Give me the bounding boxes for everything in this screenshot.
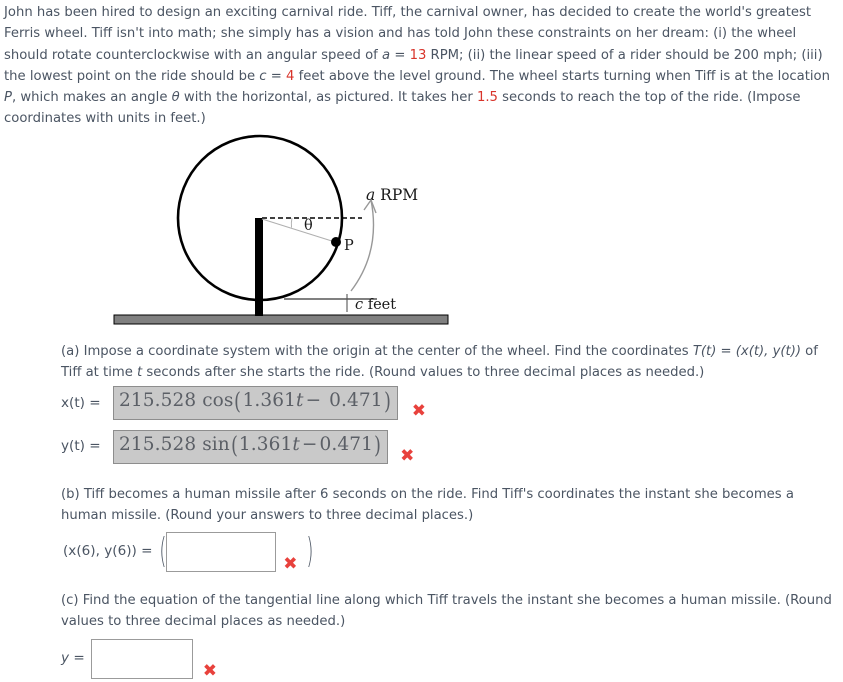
y-open-paren: ( (230, 432, 238, 459)
x-of-t-incorrect-icon: ✖ (411, 400, 426, 421)
part-b-close-paren: ) (305, 530, 313, 572)
part-a-prompt-tail: seconds after she starts the ride. (Roun… (142, 365, 705, 381)
part-b-coordinate-input[interactable] (166, 531, 277, 572)
part-b-answer-row: (x(6), y(6)) = ( ✖ ) (63, 530, 315, 573)
x-of-t-label: x(t) = (61, 394, 101, 411)
point-p-marker (331, 237, 341, 247)
y-of-t-incorrect-icon: ✖ (400, 446, 415, 466)
radius-line-to-p (261, 218, 336, 243)
rotation-direction-arc (350, 199, 375, 292)
part-b-prompt: (b) Tiff becomes a human missile after 6… (61, 487, 794, 524)
x-open-paren: ( (234, 389, 242, 415)
problem-statement-text: John has been hired to design an excitin… (4, 5, 830, 127)
part-a-prompt: (a) Impose a coordinate system with the … (61, 341, 836, 384)
y-amplitude: 215.528 (119, 433, 197, 455)
x-of-t-answer-field[interactable]: 215.528 cos(1.361t − 0.471) (113, 386, 398, 420)
problem-statement: John has been hired to design an excitin… (4, 2, 836, 130)
theta-angle-arc (290, 217, 293, 228)
ferris-wheel-diagram: a RPM θ P c feet (0, 126, 843, 331)
x-coefficient: 1.361 (242, 390, 297, 411)
y-of-t-label: y(t) = (61, 438, 101, 454)
part-c-y-label: y = (61, 648, 85, 669)
x-phase: 0.471 (329, 390, 383, 411)
y-variable: t (292, 433, 300, 455)
part-c-answer-row: y = ✖ (61, 637, 217, 680)
part-c-equation-input[interactable] (90, 638, 193, 679)
label-point-p: P (344, 238, 354, 254)
x-close-paren: ) (383, 389, 391, 415)
y-coefficient: 1.361 (238, 433, 293, 455)
label-theta: θ (304, 218, 313, 234)
part-c-prompt: (c) Find the equation of the tangential … (61, 593, 832, 630)
y-function-name: sin (202, 433, 230, 455)
part-a-prompt-T: T(t) = (x(t), y(t)) (692, 344, 801, 359)
part-c-incorrect-icon: ✖ (202, 661, 218, 681)
part-c-y-label-text: y = (61, 650, 85, 666)
ground-bar (113, 314, 449, 325)
x-variable: t (296, 390, 304, 411)
y-operator: − (301, 433, 318, 455)
y-close-paren: ) (374, 432, 381, 459)
part-b-open-paren: ( (158, 530, 166, 572)
part-a-x-answer-row: x(t) = 215.528 cos(1.361t − 0.471) ✖ (61, 386, 426, 420)
y-of-t-answer-field[interactable]: 215.528 sin(1.361t −0.471) (113, 429, 389, 464)
part-a-prompt-lead: (a) Impose a coordinate system with the … (61, 344, 693, 359)
x-operator: − (305, 390, 322, 411)
part-a-y-answer-row: y(t) = 215.528 sin(1.361t −0.471) ✖ (61, 428, 414, 465)
x-amplitude: 215.528 (119, 390, 197, 411)
y-phase: 0.471 (319, 433, 373, 455)
label-a-rpm: a RPM (366, 186, 418, 204)
x-function-name: cos (202, 390, 234, 411)
part-b-incorrect-icon: ✖ (283, 554, 298, 574)
part-b-coordinate-label: (x(6), y(6)) = (63, 543, 153, 559)
support-pole (255, 218, 263, 316)
label-c-feet: c feet (355, 297, 396, 313)
